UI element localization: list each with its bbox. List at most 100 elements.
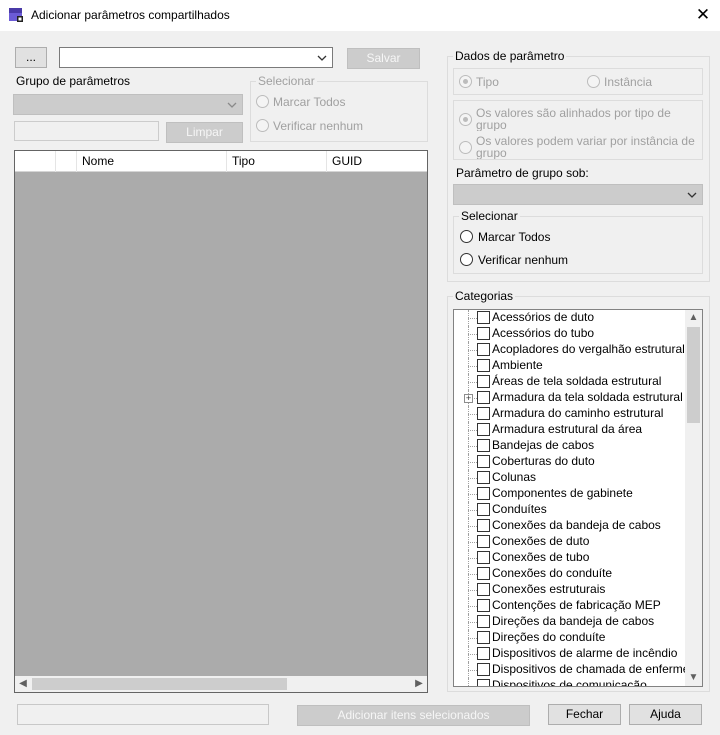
category-item[interactable]: Coberturas do duto bbox=[454, 454, 685, 470]
category-checkbox[interactable] bbox=[477, 327, 490, 340]
grid-scroll-thumb[interactable] bbox=[32, 678, 287, 690]
category-checkbox[interactable] bbox=[477, 471, 490, 484]
chevron-down-icon bbox=[317, 55, 327, 61]
category-checkbox[interactable] bbox=[477, 535, 490, 548]
category-checkbox[interactable] bbox=[477, 359, 490, 372]
category-label: Acopladores do vergalhão estrutural bbox=[492, 342, 685, 356]
categories-tree[interactable]: Acessórios de duto Acessórios do tubo Acop… bbox=[453, 309, 703, 687]
category-checkbox[interactable] bbox=[477, 439, 490, 452]
scroll-down-icon[interactable]: ▼ bbox=[685, 670, 702, 686]
category-item[interactable]: Componentes de gabinete bbox=[454, 486, 685, 502]
category-checkbox[interactable] bbox=[477, 679, 490, 686]
category-item[interactable]: Ambiente bbox=[454, 358, 685, 374]
help-button[interactable]: Ajuda bbox=[629, 704, 702, 725]
tree-line bbox=[468, 590, 477, 591]
add-selected-button[interactable]: Adicionar itens selecionados bbox=[297, 705, 530, 726]
grid-col-type[interactable]: Tipo bbox=[227, 151, 327, 172]
check-none-label-right: Verificar nenhum bbox=[478, 253, 569, 267]
instance-radio[interactable] bbox=[587, 75, 600, 88]
category-item[interactable]: Direções da bandeja de cabos bbox=[454, 614, 685, 630]
category-checkbox[interactable] bbox=[477, 503, 490, 516]
category-item[interactable]: Direções do conduíte bbox=[454, 630, 685, 646]
save-button[interactable]: Salvar bbox=[347, 48, 420, 69]
tree-line bbox=[468, 686, 477, 687]
category-item[interactable]: Colunas bbox=[454, 470, 685, 486]
category-checkbox[interactable] bbox=[477, 599, 490, 612]
status-field bbox=[17, 704, 269, 725]
category-item[interactable]: Armadura do caminho estrutural bbox=[454, 406, 685, 422]
close-button[interactable]: Fechar bbox=[548, 704, 621, 725]
close-icon[interactable]: ✕ bbox=[690, 3, 716, 27]
grid-col-guid[interactable]: GUID bbox=[327, 151, 427, 172]
category-item[interactable]: Acessórios de duto bbox=[454, 310, 685, 326]
category-item[interactable]: Conexões estruturais bbox=[454, 582, 685, 598]
category-checkbox[interactable] bbox=[477, 487, 490, 500]
category-checkbox[interactable] bbox=[477, 647, 490, 660]
category-item[interactable]: Dispositivos de alarme de incêndio bbox=[454, 646, 685, 662]
categories-vertical-scrollbar[interactable]: ▲ ▼ bbox=[685, 310, 702, 686]
check-all-radio-right[interactable] bbox=[460, 230, 473, 243]
category-checkbox[interactable] bbox=[477, 519, 490, 532]
grid-horizontal-scrollbar[interactable]: ◀ ▶ bbox=[15, 676, 427, 692]
expand-plus-icon[interactable]: + bbox=[464, 394, 473, 403]
category-item[interactable]: Conexões de duto bbox=[454, 534, 685, 550]
category-item[interactable]: Conduítes bbox=[454, 502, 685, 518]
category-label: Acessórios do tubo bbox=[492, 326, 595, 340]
category-checkbox[interactable] bbox=[477, 391, 490, 404]
grid-col-select[interactable] bbox=[15, 151, 56, 172]
tree-line bbox=[468, 366, 477, 367]
shared-param-file-combo[interactable] bbox=[59, 47, 333, 68]
param-group-combo[interactable] bbox=[13, 94, 243, 115]
category-item[interactable]: Contenções de fabricação MEP bbox=[454, 598, 685, 614]
category-checkbox[interactable] bbox=[477, 583, 490, 596]
category-checkbox[interactable] bbox=[477, 663, 490, 676]
category-item[interactable]: Acessórios do tubo bbox=[454, 326, 685, 342]
type-radio[interactable] bbox=[459, 75, 472, 88]
category-label: Acessórios de duto bbox=[492, 310, 595, 324]
category-label: Ambiente bbox=[492, 358, 543, 372]
scroll-right-icon[interactable]: ▶ bbox=[411, 676, 427, 692]
category-checkbox[interactable] bbox=[477, 423, 490, 436]
check-none-radio-left[interactable] bbox=[256, 119, 269, 132]
category-item[interactable]: Acopladores do vergalhão estrutural bbox=[454, 342, 685, 358]
browse-button[interactable]: ... bbox=[15, 47, 47, 68]
scroll-left-icon[interactable]: ◀ bbox=[15, 676, 31, 692]
category-checkbox[interactable] bbox=[477, 551, 490, 564]
category-item[interactable]: Armadura estrutural da área bbox=[454, 422, 685, 438]
category-checkbox[interactable] bbox=[477, 311, 490, 324]
clear-button[interactable]: Limpar bbox=[166, 122, 243, 143]
category-item[interactable]: Dispositivos de comunicação bbox=[454, 678, 685, 687]
category-checkbox[interactable] bbox=[477, 567, 490, 580]
category-checkbox[interactable] bbox=[477, 455, 490, 468]
filter-input[interactable] bbox=[14, 121, 159, 141]
category-checkbox[interactable] bbox=[477, 407, 490, 420]
type-label: Tipo bbox=[476, 75, 499, 89]
tree-line bbox=[468, 334, 477, 335]
category-item[interactable]: Dispositivos de chamada de enfermeira bbox=[454, 662, 702, 678]
group-under-combo[interactable] bbox=[453, 184, 703, 205]
category-item[interactable]: Conexões de tubo bbox=[454, 550, 685, 566]
category-checkbox[interactable] bbox=[477, 631, 490, 644]
category-checkbox[interactable] bbox=[477, 615, 490, 628]
category-item[interactable]: + Armadura da tela soldada estrutural bbox=[454, 390, 685, 406]
check-none-radio-right[interactable] bbox=[460, 253, 473, 266]
category-item[interactable]: Conexões do conduíte bbox=[454, 566, 685, 582]
parameters-grid[interactable]: Nome Tipo GUID ◀ ▶ bbox=[14, 150, 428, 693]
grid-col-name[interactable]: Nome bbox=[77, 151, 227, 172]
select-group-left-title: Selecionar bbox=[256, 74, 317, 88]
check-all-radio-left[interactable] bbox=[256, 95, 269, 108]
param-data-title: Dados de parâmetro bbox=[453, 49, 567, 63]
aligned-radio[interactable] bbox=[459, 113, 472, 126]
tree-line bbox=[468, 478, 477, 479]
categories-scroll-thumb[interactable] bbox=[687, 327, 700, 423]
category-item[interactable]: Bandejas de cabos bbox=[454, 438, 685, 454]
check-all-label-left: Marcar Todos bbox=[273, 95, 346, 109]
category-item[interactable]: Áreas de tela soldada estrutural bbox=[454, 374, 685, 390]
category-item[interactable]: Conexões da bandeja de cabos bbox=[454, 518, 685, 534]
grid-col-expand[interactable] bbox=[56, 151, 77, 172]
tree-line bbox=[468, 558, 477, 559]
category-checkbox[interactable] bbox=[477, 375, 490, 388]
vary-radio[interactable] bbox=[459, 141, 472, 154]
category-checkbox[interactable] bbox=[477, 343, 490, 356]
scroll-up-icon[interactable]: ▲ bbox=[685, 310, 702, 326]
